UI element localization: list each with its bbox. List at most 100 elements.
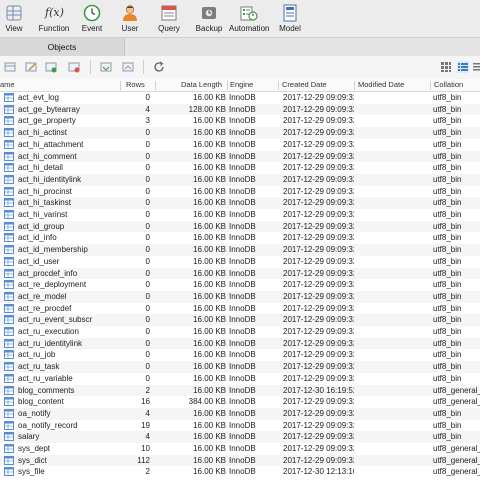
- delete-table-icon[interactable]: [68, 61, 80, 73]
- table-row[interactable]: act_re_model 0 16.00 KB InnoDB 2017-12-29 09…: [0, 290, 480, 303]
- toolbar-user-button[interactable]: User: [119, 4, 141, 33]
- collation-cell: utf8_general_: [433, 467, 480, 477]
- table-row[interactable]: oa_notify 4 16.00 KB InnoDB 2017-12-29 09:09…: [0, 407, 480, 420]
- table-row[interactable]: act_ru_task 0 16.00 KB InnoDB 2017-12-29 09:…: [0, 361, 480, 373]
- created-date-cell: 2017-12-29 09:09:32: [283, 444, 354, 453]
- table-row[interactable]: act_hi_taskinst 0 16.00 KB InnoDB 2017-12-29…: [0, 197, 480, 209]
- toolbar-view-label: View: [5, 24, 23, 33]
- table-row[interactable]: act_ge_bytearray 4 128.00 KB InnoDB 2017-12-…: [0, 103, 480, 116]
- design-table-icon[interactable]: [25, 61, 37, 73]
- data-length-cell: 16.00 KB: [193, 385, 226, 395]
- backup-icon: [202, 7, 216, 19]
- table-name-cell: act_ru_execution: [18, 327, 79, 336]
- column-header-engine[interactable]: Engine: [230, 79, 276, 91]
- row-count-cell: 4: [145, 104, 150, 114]
- column-separator[interactable]: [120, 81, 121, 90]
- import-icon[interactable]: [100, 61, 112, 73]
- column-separator[interactable]: [430, 81, 431, 90]
- table-row[interactable]: act_hi_attachment 0 16.00 KB InnoDB 2017-12-…: [0, 139, 480, 151]
- data-length-cell: 16.00 KB: [193, 350, 226, 360]
- table-row[interactable]: act_ru_identitylink 0 16.00 KB InnoDB 2017-1…: [0, 337, 480, 350]
- table-row[interactable]: blog_comments 2 16.00 KB InnoDB 2017-12-30 1…: [0, 384, 480, 397]
- column-separator[interactable]: [155, 81, 156, 90]
- column-header-rows[interactable]: Rows: [126, 79, 152, 91]
- created-date-cell: 2017-12-29 09:09:32: [283, 315, 354, 325]
- table-name-cell: act_procdef_info: [18, 268, 78, 278]
- export-icon[interactable]: [122, 61, 134, 73]
- table-row[interactable]: act_ru_event_subscr 0 16.00 KB InnoDB 2017-1…: [0, 314, 480, 326]
- created-date-cell: 2017-12-29 09:09:32: [283, 350, 354, 360]
- table-row[interactable]: sys_dict 112 16.00 KB InnoDB 2017-12-29 09:0…: [0, 454, 480, 467]
- table-row[interactable]: act_hi_identitylink 0 16.00 KB InnoDB 2017-1…: [0, 173, 480, 186]
- column-header-modified-date[interactable]: Modified Date: [358, 79, 428, 91]
- column-separator[interactable]: [354, 81, 355, 90]
- toolbar-function-button[interactable]: f(x) Function: [36, 4, 72, 33]
- list-view-icon[interactable]: [457, 61, 469, 73]
- table-row[interactable]: act_hi_actinst 0 16.00 KB InnoDB 2017-12-29 …: [0, 127, 480, 139]
- table-row[interactable]: act_hi_varinst 0 16.00 KB InnoDB 2017-12-29 …: [0, 209, 480, 221]
- table-icon: [4, 385, 14, 395]
- data-length-cell: 16.00 KB: [193, 116, 226, 126]
- table-name-cell: act_hi_comment: [18, 151, 77, 161]
- column-header-created-date[interactable]: Created Date: [282, 79, 352, 91]
- table-row[interactable]: act_ge_property 3 16.00 KB InnoDB 2017-12-29…: [0, 115, 480, 127]
- table-row[interactable]: act_re_procdef 0 16.00 KB InnoDB 2017-12-29 …: [0, 303, 480, 315]
- collation-cell: utf8_bin: [433, 280, 462, 290]
- created-date-cell: 2017-12-30 16:19:52: [283, 385, 354, 395]
- tab-objects[interactable]: Objects: [0, 38, 125, 56]
- query-icon: [161, 5, 177, 21]
- row-count-cell: 0: [145, 303, 150, 313]
- toolbar-event-button[interactable]: Event: [79, 4, 105, 33]
- table-row[interactable]: oa_notify_record 19 16.00 KB InnoDB 2017-12-…: [0, 420, 480, 432]
- table-row[interactable]: sys_file 2 16.00 KB InnoDB 2017-12-30 12:13:…: [0, 466, 480, 478]
- table-row[interactable]: act_id_membership 0 16.00 KB InnoDB 2017-12-…: [0, 244, 480, 256]
- data-length-cell: 16.00 KB: [193, 198, 226, 208]
- view-icon: [6, 5, 22, 21]
- table-icon: [4, 163, 14, 173]
- table-row[interactable]: act_procdef_info 0 16.00 KB InnoDB 2017-12-2…: [0, 267, 480, 280]
- row-count-cell: 0: [145, 350, 150, 360]
- table-row[interactable]: act_evt_log 0 16.00 KB InnoDB 2017-12-29 09:…: [0, 92, 480, 104]
- table-row[interactable]: act_ru_job 0 16.00 KB InnoDB 2017-12-29 09:0…: [0, 349, 480, 361]
- data-length-cell: 16.00 KB: [193, 373, 226, 383]
- table-row[interactable]: sys_dept 10 16.00 KB InnoDB 2017-12-29 09:09…: [0, 443, 480, 455]
- created-date-cell: 2017-12-29 09:09:32: [283, 373, 354, 383]
- grid-view-icon[interactable]: [440, 61, 452, 73]
- detail-view-icon[interactable]: [472, 61, 480, 73]
- data-length-cell: 16.00 KB: [193, 362, 226, 372]
- toolbar-automation-button[interactable]: Automation: [229, 4, 269, 33]
- collation-cell: utf8_bin: [433, 116, 462, 126]
- table-icon: [4, 139, 14, 149]
- table-row[interactable]: act_id_info 0 16.00 KB InnoDB 2017-12-29 09:…: [0, 232, 480, 244]
- toolbar-user-label: User: [121, 24, 139, 33]
- toolbar-backup-button[interactable]: Backup: [195, 4, 223, 33]
- table-row[interactable]: act_hi_procinst 0 16.00 KB InnoDB 2017-12-29…: [0, 186, 480, 198]
- row-count-cell: 0: [145, 327, 150, 336]
- table-row[interactable]: blog_content 16 384.00 KB InnoDB 2017-12-29 …: [0, 396, 480, 408]
- table-row[interactable]: salary 4 16.00 KB InnoDB 2017-12-29 09:09:32…: [0, 431, 480, 443]
- table-row[interactable]: act_id_user 0 16.00 KB InnoDB 2017-12-29 09:…: [0, 256, 480, 268]
- table-row[interactable]: act_re_deployment 0 16.00 KB InnoDB 2017-12-…: [0, 279, 480, 291]
- column-header-data-length[interactable]: Data Length: [181, 79, 227, 91]
- data-length-cell: 16.00 KB: [193, 315, 226, 325]
- created-date-cell: 2017-12-29 09:09:32: [283, 338, 354, 348]
- table-row[interactable]: act_hi_detail 0 16.00 KB InnoDB 2017-12-29 0…: [0, 162, 480, 174]
- toolbar-model-button[interactable]: Model: [277, 4, 303, 33]
- toolbar-view-button[interactable]: View: [3, 4, 25, 33]
- engine-cell: InnoDB: [229, 338, 256, 348]
- engine-cell: InnoDB: [229, 315, 256, 325]
- column-separator[interactable]: [227, 81, 228, 90]
- table-row[interactable]: act_hi_comment 0 16.00 KB InnoDB 2017-12-29 …: [0, 150, 480, 163]
- table-row[interactable]: act_id_group 0 16.00 KB InnoDB 2017-12-29 09…: [0, 220, 480, 233]
- refresh-icon[interactable]: [153, 61, 165, 73]
- table-header: ame Rows Data Length Engine Created Date…: [0, 79, 480, 92]
- column-header-name[interactable]: ame: [0, 79, 118, 91]
- toolbar-query-button[interactable]: Query: [157, 4, 181, 33]
- table-row[interactable]: act_ru_variable 0 16.00 KB InnoDB 2017-12-29…: [0, 373, 480, 385]
- column-separator[interactable]: [278, 81, 279, 90]
- open-table-icon[interactable]: [4, 61, 16, 73]
- table-row[interactable]: act_ru_execution 0 16.00 KB InnoDB 2017-12-2…: [0, 326, 480, 338]
- new-table-icon[interactable]: [45, 61, 57, 73]
- column-header-collation[interactable]: Collation: [434, 79, 480, 91]
- data-length-cell: 16.00 KB: [193, 256, 226, 266]
